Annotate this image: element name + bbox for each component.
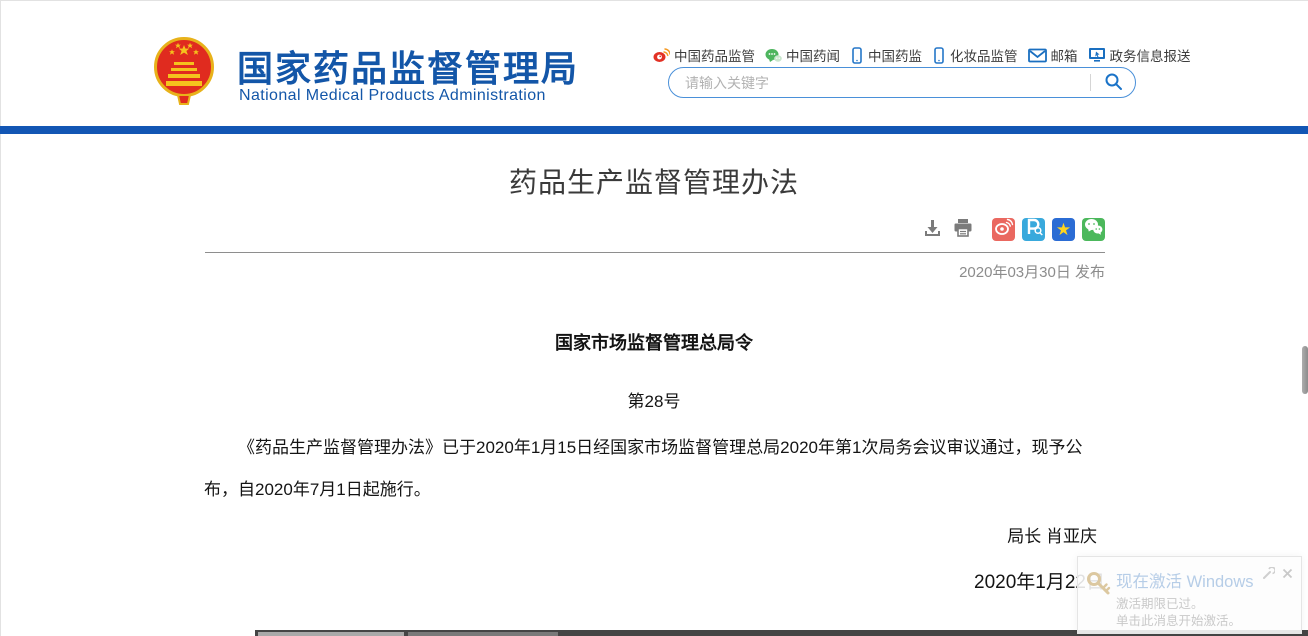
- site-title-en: National Medical Products Administration: [239, 87, 546, 105]
- download-button[interactable]: [920, 217, 944, 241]
- print-icon: [952, 217, 974, 241]
- mail-icon: [1028, 48, 1047, 63]
- magnifier-icon: [1104, 72, 1123, 94]
- article-title: 药品生产监督管理办法: [0, 161, 1308, 201]
- key-icon: [1085, 570, 1112, 602]
- search-button[interactable]: [1091, 68, 1135, 97]
- quicklink-label: 中国药闻: [786, 45, 840, 65]
- wrench-icon[interactable]: [1262, 567, 1275, 585]
- page: 国家药品监督管理局 National Medical Products Admi…: [0, 0, 1308, 636]
- signature-line: 局长 肖亚庆: [1007, 522, 1097, 547]
- share-wechat-button[interactable]: [1082, 218, 1105, 241]
- decree-number: 第28号: [0, 387, 1308, 412]
- windows-activation-toast[interactable]: 现在激活 Windows 激活期限已过。 单击此消息开始激活。: [1077, 556, 1302, 634]
- toast-title: 现在激活 Windows: [1116, 568, 1254, 592]
- decree-header: 国家市场监督管理总局令: [0, 329, 1308, 355]
- quicklink-mail[interactable]: 邮箱: [1028, 45, 1078, 65]
- quicklink-label: 中国药监: [868, 45, 922, 65]
- close-icon[interactable]: [1282, 566, 1293, 584]
- wechat-icon: [765, 48, 782, 63]
- print-button[interactable]: [951, 217, 975, 241]
- quicklink-weibo[interactable]: 中国药品监管: [653, 45, 755, 65]
- header-divider-bar: [0, 126, 1308, 134]
- quicklink-app-cosmetics[interactable]: 化妆品监管: [932, 45, 1018, 65]
- mobile-phone-icon: [850, 47, 864, 64]
- search-input[interactable]: [669, 75, 1090, 91]
- title-divider: [205, 252, 1105, 253]
- quick-links: 中国药品监管 中国药闻: [653, 45, 1191, 65]
- quicklink-app-yaojian[interactable]: 中国药监: [850, 45, 922, 65]
- share-toolbar: ★: [920, 217, 1105, 241]
- qzone-share-icon: ★: [1056, 221, 1071, 238]
- site-title: 国家药品监督管理局: [237, 40, 579, 92]
- quicklink-label: 邮箱: [1051, 45, 1078, 65]
- national-emblem-icon: [152, 36, 216, 108]
- p-search-share-icon: [1023, 216, 1044, 242]
- weibo-icon: [653, 47, 670, 63]
- mobile-phone-icon: [932, 47, 946, 64]
- share-weibo-button[interactable]: [992, 218, 1015, 241]
- scrollbar-thumb[interactable]: [1302, 346, 1308, 394]
- taskbar-segment: [258, 632, 404, 636]
- quicklink-wechat[interactable]: 中国药闻: [765, 45, 840, 65]
- quicklink-gov-report[interactable]: 政务信息报送: [1088, 45, 1191, 65]
- publish-date: 2020年03月30日 发布: [959, 261, 1105, 282]
- article-paragraph: 《药品生产监督管理办法》已于2020年1月15日经国家市场监督管理总局2020年…: [204, 427, 1104, 511]
- quicklink-label: 政务信息报送: [1110, 45, 1191, 65]
- toast-message: 单击此消息开始激活。: [1116, 610, 1241, 629]
- search-box: [668, 67, 1136, 98]
- taskbar-segment: [408, 632, 558, 636]
- share-search-button[interactable]: [1022, 218, 1045, 241]
- quicklink-label: 中国药品监管: [674, 45, 755, 65]
- sina-weibo-share-icon: [993, 216, 1014, 242]
- wechat-share-icon: [1083, 216, 1104, 242]
- download-icon: [922, 217, 943, 241]
- quicklink-label: 化妆品监管: [950, 45, 1018, 65]
- monitor-icon: [1088, 47, 1106, 63]
- share-qzone-button[interactable]: ★: [1052, 218, 1075, 241]
